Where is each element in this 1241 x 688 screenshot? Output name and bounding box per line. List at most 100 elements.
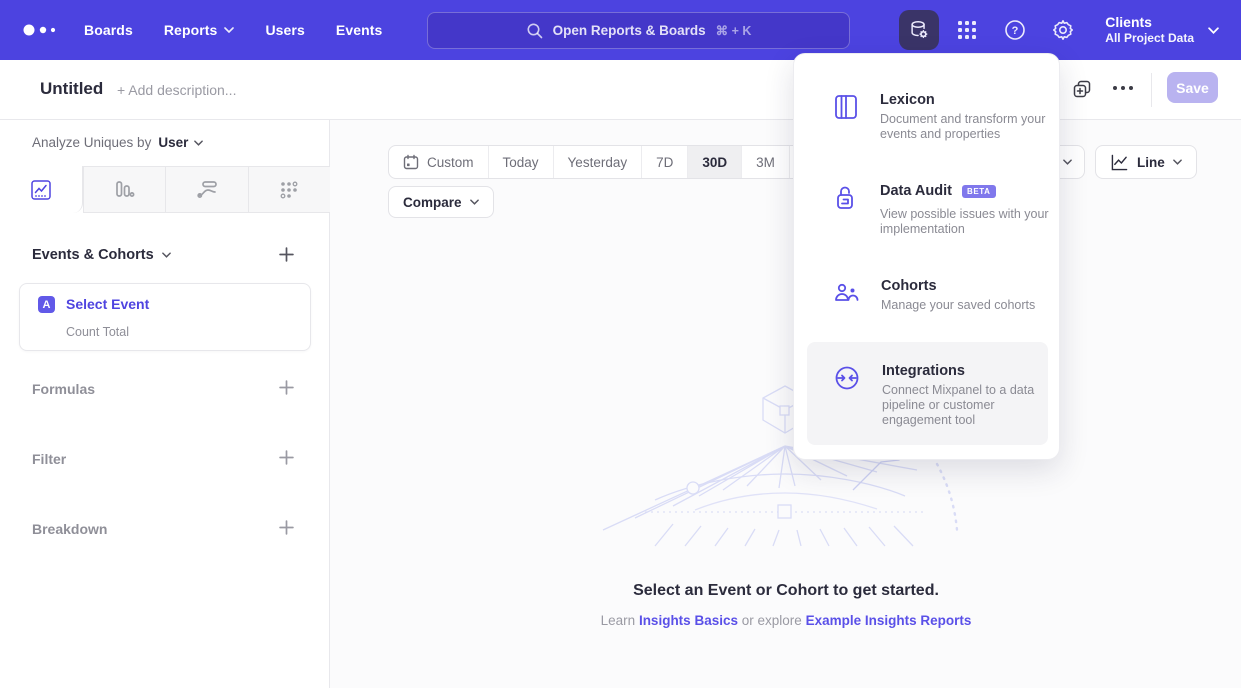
project-switcher[interactable]: Clients All Project Data (1105, 14, 1194, 46)
date-range-custom[interactable]: Custom (389, 146, 489, 178)
plus-icon (279, 380, 294, 395)
menu-item-data-audit[interactable]: Data Audit BETA View possible issues wit… (807, 169, 1048, 251)
retention-dots-icon (278, 179, 300, 201)
apps-grid-button[interactable] (947, 10, 987, 50)
analyze-uniques-row: Analyze Uniques by User (32, 135, 203, 150)
menu-item-description: View possible issues with your implement… (880, 207, 1052, 237)
add-event-button[interactable] (279, 247, 294, 262)
menu-item-integrations[interactable]: Integrations Connect Mixpanel to a data … (807, 342, 1048, 445)
add-description-field[interactable]: + Add description... (117, 82, 236, 98)
event-series-badge: A (38, 296, 55, 313)
nav-item-reports[interactable]: Reports (164, 22, 235, 38)
chevron-down-icon (224, 27, 234, 33)
analyze-by-dropdown[interactable]: User (158, 135, 203, 150)
menu-item-title: Integrations (882, 363, 965, 379)
plus-icon (279, 247, 294, 262)
select-event-button[interactable]: Select Event (66, 296, 149, 312)
menu-item-lexicon[interactable]: Lexicon Document and transform your even… (807, 78, 1048, 156)
compare-button[interactable]: Compare (388, 186, 494, 218)
settings-button[interactable] (1043, 10, 1083, 50)
nav-item-users[interactable]: Users (265, 22, 304, 38)
menu-item-description: Connect Mixpanel to a data pipeline or c… (882, 383, 1054, 428)
date-range-yesterday[interactable]: Yesterday (554, 146, 643, 178)
beta-badge: BETA (962, 185, 996, 198)
line-chart-icon (1110, 154, 1129, 171)
search-icon (526, 22, 543, 39)
empty-state-subtitle: Learn Insights Basics or explore Example… (331, 613, 1241, 628)
report-canvas: Custom Today Yesterday 7D 30D 3M 6M Comp… (331, 121, 1241, 688)
funnel-bars-icon (113, 179, 135, 201)
date-range-7d[interactable]: 7D (642, 146, 688, 178)
primary-nav: Boards Reports Users Events (84, 0, 382, 60)
cohorts-people-icon (834, 280, 859, 304)
menu-item-title: Data Audit (880, 183, 952, 199)
analyze-label: Analyze Uniques by (32, 135, 151, 150)
gear-icon (1051, 18, 1075, 42)
chevron-down-icon (1173, 159, 1182, 165)
tab-flows[interactable] (165, 166, 248, 213)
tab-insights[interactable] (0, 166, 83, 213)
report-type-tabs (0, 166, 330, 213)
flows-icon (196, 179, 218, 201)
chart-type-dropdown[interactable]: Line (1095, 145, 1197, 179)
tab-retention[interactable] (248, 166, 331, 213)
plus-icon (279, 450, 294, 465)
date-range-30d[interactable]: 30D (688, 146, 742, 178)
formulas-section-label: Formulas (32, 381, 95, 397)
data-management-button[interactable] (899, 10, 939, 50)
calendar-icon (403, 154, 419, 170)
data-audit-icon (834, 185, 858, 211)
copy-plus-icon (1072, 79, 1092, 99)
nav-item-boards[interactable]: Boards (84, 22, 133, 38)
chevron-down-icon (162, 252, 171, 258)
apps-grid-icon (956, 19, 978, 41)
lexicon-icon (834, 94, 858, 120)
date-range-3m[interactable]: 3M (742, 146, 790, 178)
help-icon: ? (1003, 18, 1027, 42)
menu-item-description: Manage your saved cohorts (881, 298, 1053, 313)
menu-item-cohorts[interactable]: Cohorts Manage your saved cohorts (807, 264, 1048, 327)
save-button[interactable]: Save (1167, 72, 1218, 103)
data-management-menu: Lexicon Document and transform your even… (793, 53, 1060, 460)
search-shortcut: ⌘ + K (716, 23, 752, 38)
chevron-down-icon (194, 140, 203, 146)
mixpanel-logo-icon[interactable] (20, 20, 64, 40)
help-button[interactable]: ? (995, 10, 1035, 50)
breakdown-section-label: Breakdown (32, 521, 107, 537)
filter-section-label: Filter (32, 451, 66, 467)
project-name: All Project Data (1105, 31, 1194, 46)
example-insights-reports-link[interactable]: Example Insights Reports (806, 613, 972, 628)
insights-basics-link[interactable]: Insights Basics (639, 613, 738, 628)
add-filter-button[interactable] (279, 450, 294, 465)
plus-icon (279, 520, 294, 535)
add-breakdown-button[interactable] (279, 520, 294, 535)
menu-item-description: Document and transform your events and p… (880, 112, 1052, 142)
events-cohorts-header[interactable]: Events & Cohorts (32, 247, 171, 263)
event-card[interactable]: A Select Event Count Total (19, 283, 311, 351)
query-builder-sidebar: Analyze Uniques by User (0, 120, 330, 688)
more-dots-icon (1112, 85, 1134, 91)
tab-funnels[interactable] (83, 166, 166, 213)
date-range-today[interactable]: Today (489, 146, 554, 178)
search-placeholder: Open Reports & Boards (553, 23, 706, 38)
project-chevron-down-icon[interactable] (1208, 27, 1219, 34)
menu-item-title: Lexicon (880, 92, 935, 108)
menu-item-title: Cohorts (881, 278, 937, 294)
insights-chart-icon (30, 179, 52, 201)
org-name: Clients (1105, 14, 1194, 31)
chevron-down-icon (1063, 159, 1072, 165)
header-divider (1151, 73, 1152, 107)
empty-state-title: Select an Event or Cohort to get started… (331, 582, 1241, 600)
global-search-input[interactable]: Open Reports & Boards ⌘ + K (427, 12, 850, 49)
chevron-down-icon (470, 199, 479, 205)
count-total-dropdown[interactable]: Count Total (66, 325, 129, 339)
more-options-button[interactable] (1112, 85, 1134, 91)
nav-item-events[interactable]: Events (336, 22, 383, 38)
add-formula-button[interactable] (279, 380, 294, 395)
database-gear-icon (908, 19, 930, 41)
nav-right-group: ? Clients All Project Data (899, 0, 1241, 60)
duplicate-report-button[interactable] (1072, 79, 1092, 99)
svg-text:?: ? (1012, 25, 1019, 37)
integrations-icon (834, 365, 860, 391)
report-title[interactable]: Untitled (40, 79, 103, 99)
